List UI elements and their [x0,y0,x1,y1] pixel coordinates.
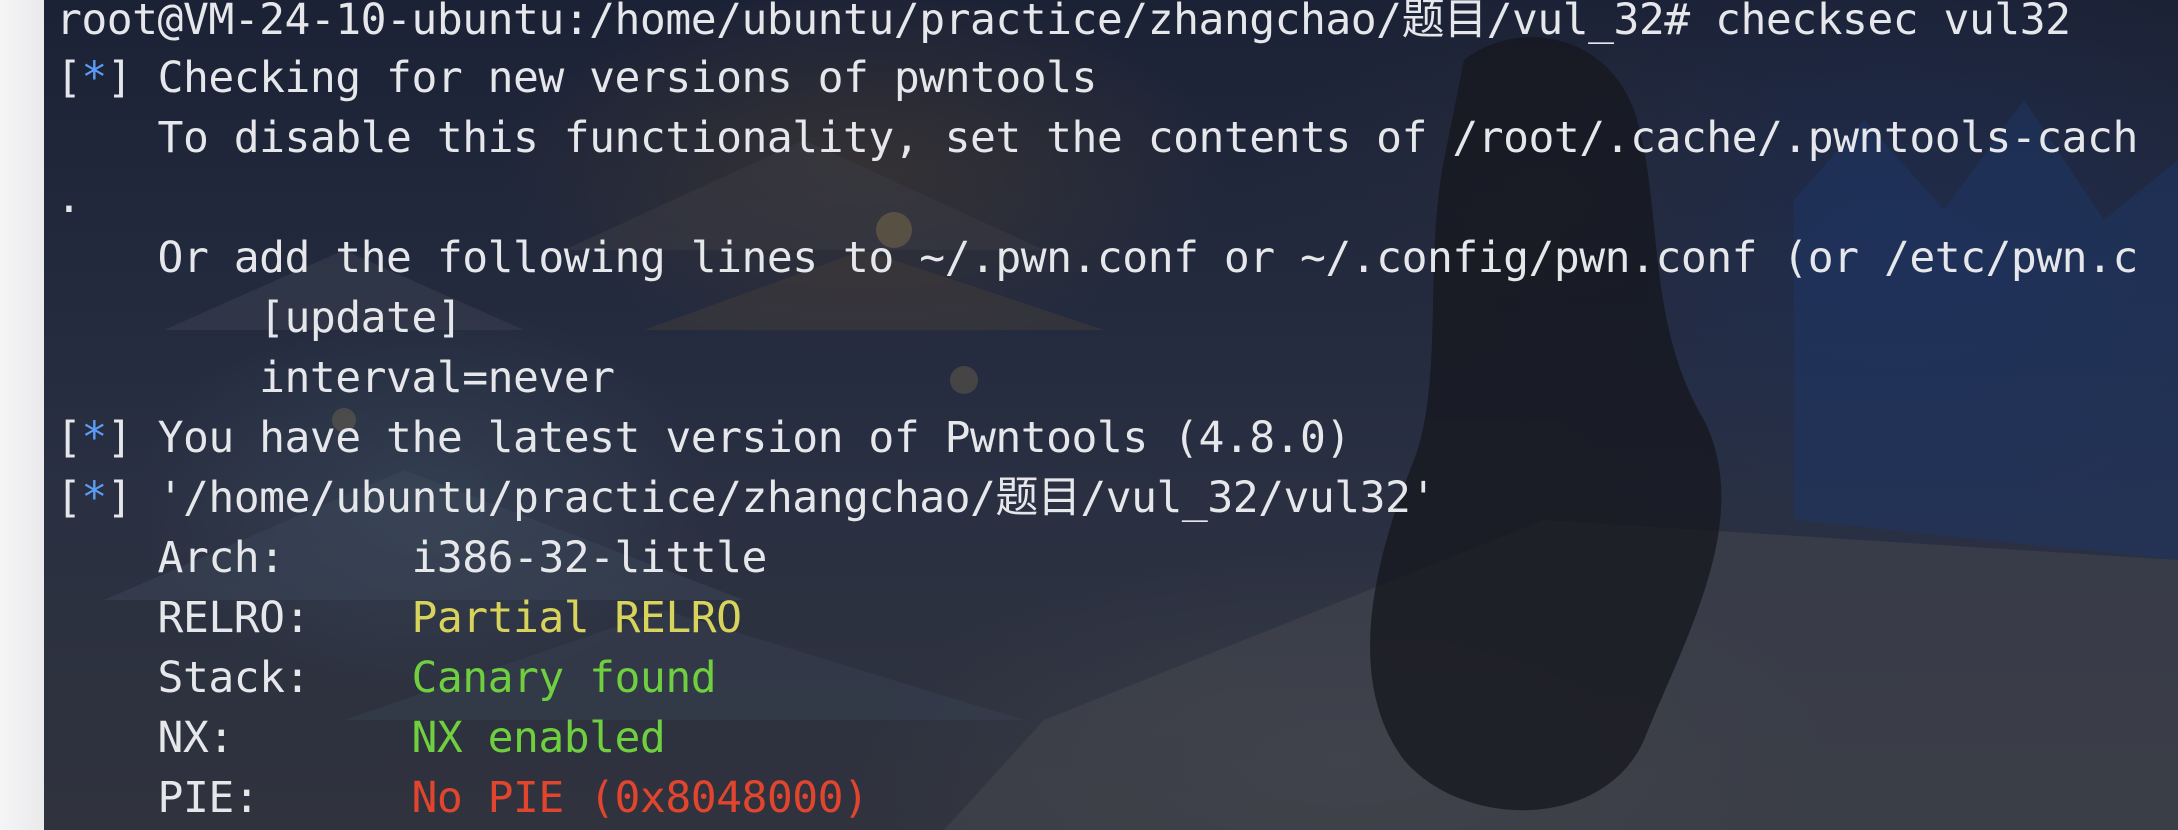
checksec-label: PIE: [56,773,412,823]
bracket-open: [ [56,473,82,523]
checksec-nx-row: NX: NX enabled [56,716,2178,776]
output-line: . [56,176,2178,236]
output-text: To disable this functionality, set the c… [56,113,2139,163]
bracket-close: ] [106,473,158,523]
output-line: interval=never [56,356,2178,416]
output-text: . [56,173,82,223]
info-star: * [81,53,107,103]
bracket-open: [ [56,413,82,463]
terminal-output[interactable]: root@VM-24-10-ubuntu:/home/ubuntu/practi… [56,0,2178,830]
window-edge [0,0,44,830]
output-line: [*] '/home/ubuntu/practice/zhangchao/题目/… [56,476,2178,536]
checksec-label: RELRO: [56,593,412,643]
output-text: '/home/ubuntu/practice/zhangchao/题目/vul_… [157,473,1437,523]
output-text: [update] [56,293,463,343]
checksec-value: Canary found [411,653,717,703]
bracket-close: ] [106,413,158,463]
checksec-value: NX enabled [411,713,666,763]
info-star: * [81,473,107,523]
terminal-window[interactable]: root@VM-24-10-ubuntu:/home/ubuntu/practi… [44,0,2178,830]
output-text: You have the latest version of Pwntools … [157,413,1352,463]
checksec-label: Arch: [56,533,412,583]
output-line: [*] You have the latest version of Pwnto… [56,416,2178,476]
checksec-label: NX: [56,713,412,763]
bracket-open: [ [56,53,82,103]
command-text: root@VM-24-10-ubuntu:/home/ubuntu/practi… [56,0,2071,45]
output-line: [update] [56,296,2178,356]
checksec-stack-row: Stack: Canary found [56,656,2178,716]
info-star: * [81,413,107,463]
checksec-value: Partial RELRO [411,593,742,643]
output-line: Or add the following lines to ~/.pwn.con… [56,236,2178,296]
checksec-value: i386-32-little [411,533,767,583]
command-line: root@VM-24-10-ubuntu:/home/ubuntu/practi… [56,0,2178,56]
bracket-close: ] [106,53,158,103]
output-text: Or add the following lines to ~/.pwn.con… [56,233,2139,283]
output-line: [*] Checking for new versions of pwntool… [56,56,2178,116]
checksec-arch-row: Arch: i386-32-little [56,536,2178,596]
output-line: To disable this functionality, set the c… [56,116,2178,176]
checksec-relro-row: RELRO: Partial RELRO [56,596,2178,656]
output-text: Checking for new versions of pwntools [157,53,1098,103]
checksec-label: Stack: [56,653,412,703]
checksec-pie-row: PIE: No PIE (0x8048000) [56,776,2178,830]
output-text: interval=never [56,353,615,403]
checksec-value: No PIE (0x8048000) [411,773,869,823]
